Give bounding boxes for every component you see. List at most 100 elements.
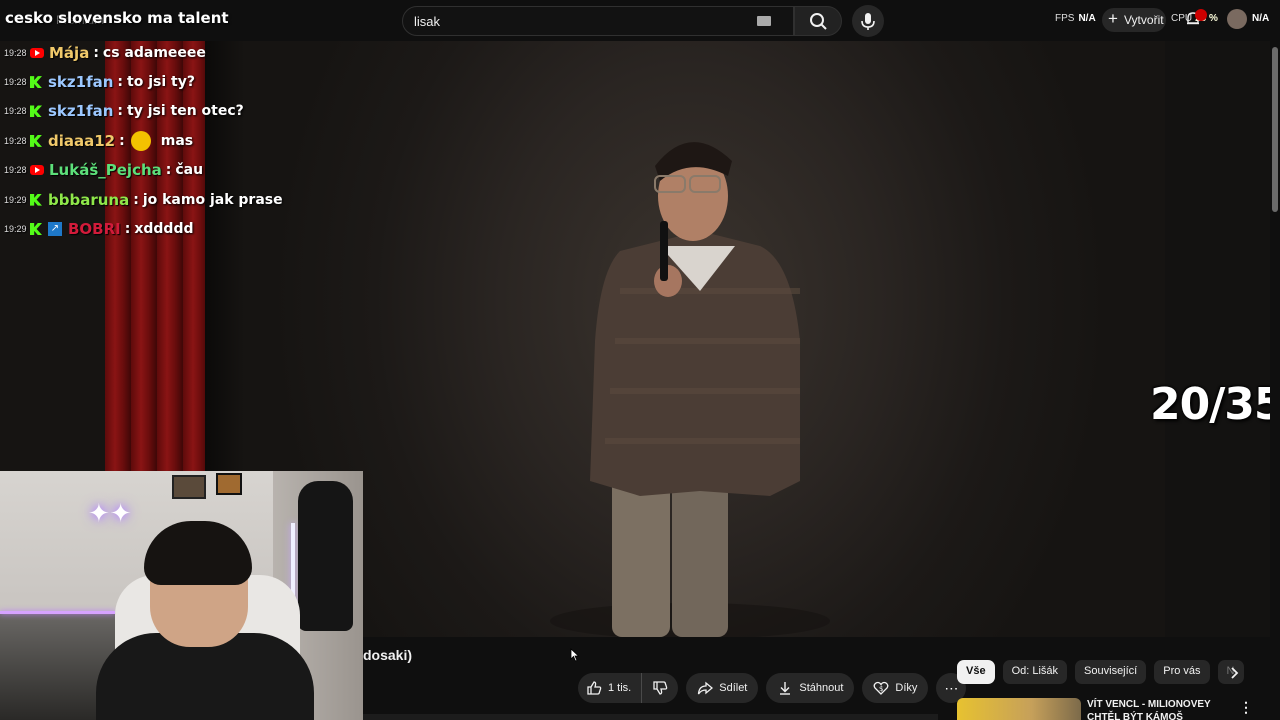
download-label: Stáhnout [799,682,844,694]
chat-text: xddddd [134,221,194,238]
kick-icon [30,223,42,236]
kick-icon [30,105,42,118]
led-strip [0,611,115,614]
fps-readout: FPS N/A [1055,13,1096,24]
webcam-overlay: ✦✦ [0,471,363,720]
hanging-coat [298,481,353,631]
filter-chips: Vše Od: Lišák Související Pro vás N [957,660,1252,684]
action-bar: 1 tis. Sdílet Stáhnout $ Díky ⋯ [578,673,967,703]
share-button[interactable]: Sdílet [686,673,759,703]
chat-separator: : [117,74,124,91]
search-query: lisak [414,14,441,29]
kick-icon [30,134,42,147]
search-button[interactable] [794,6,842,36]
thanks-button[interactable]: $ Díky [862,673,929,703]
svg-text:$: $ [879,685,883,693]
chat-timestamp: 19:28 [4,47,27,58]
chat-timestamp: 19:28 [4,77,27,88]
scrollbar-thumb[interactable] [1272,47,1278,212]
overlay-value: N/A [1252,13,1270,24]
chat-username: skz1fan [48,73,114,92]
recommended-thumbnail[interactable] [957,698,1081,720]
chat-message: 19:28 diaaa12: mas [4,126,364,155]
video-title: dosaki) [363,647,413,663]
video-pillarbox [1165,41,1270,637]
wall-poster [172,475,206,499]
chat-message: 19:28 Lukáš_Pejcha: čau [4,156,364,185]
chat-username: Lukáš_Pejcha [49,161,162,180]
thanks-icon: $ [873,681,889,695]
chat-message: 19:28 Mája: cs adameeee [4,38,364,67]
kick-icon [30,193,42,206]
neon-sign: ✦✦ [88,498,132,528]
chat-separator: : [124,221,131,238]
filter-chip[interactable]: Vše [957,660,995,684]
chat-separator: : [119,132,125,149]
create-label: Vytvořit [1124,13,1164,27]
chat-overlay: 19:28 Mája: cs adameeee 19:28 skz1fan: to jsi… [4,38,364,244]
screen: 20/35 Premium lisak FPS N/A + Vytvořit C… [0,0,1280,720]
chat-text: jo kamo jak prase [142,191,283,208]
chat-timestamp: 19:29 [4,194,27,205]
thinking-face-emoji [130,130,151,151]
chat-text: mas [160,132,194,149]
chevron-right-icon[interactable] [1225,661,1245,685]
kick-icon [30,76,42,89]
fps-value: N/A [1078,13,1096,24]
recommended-title[interactable]: VÍT VENCL - MILIONOVEY CHTĚL BÝT KÁMOŠ [1087,698,1217,720]
chat-separator: : [117,103,124,120]
chat-text: ty jsi ten otec? [127,103,244,120]
filter-chip[interactable]: Pro vás [1154,660,1210,684]
stream-title: cesko slovensko ma talent [5,9,229,27]
chat-timestamp: 19:28 [4,165,27,176]
mic-icon [861,13,875,30]
search-icon [810,13,827,30]
youtube-icon [30,47,44,58]
thanks-label: Díky [895,682,918,694]
thumbs-down-icon [653,681,668,695]
chat-separator: : [133,191,139,208]
notification-badge [1195,9,1207,21]
chat-text: čau [175,162,204,179]
like-button[interactable]: 1 tis. [578,673,643,703]
description-box [363,714,938,720]
chat-username: Mája [49,43,90,62]
video-details: dosaki) 1 tis. Sdílet Stáhnout $ Díky ⋯ … [363,637,1280,720]
like-dislike-group: 1 tis. [578,673,679,703]
chat-username: BOBRI [68,220,121,239]
voice-search-button[interactable] [852,5,884,37]
streamer-hair [144,521,252,585]
like-count: 1 tis. [608,682,632,694]
download-icon [780,682,791,695]
avatar[interactable] [1227,9,1247,29]
dislike-button[interactable] [642,673,678,703]
share-icon [698,681,714,695]
fps-label: FPS [1055,13,1075,24]
chat-text: to jsi ty? [127,74,195,91]
chat-username: skz1fan [48,102,114,121]
wall-poster [216,473,242,495]
keyboard-icon[interactable] [757,16,771,26]
mouse-cursor-icon [570,648,580,662]
create-button[interactable]: + Vytvořit [1102,8,1166,32]
filter-chip[interactable]: Související [1075,660,1147,684]
chat-username: diaaa12 [48,131,116,150]
chat-message: 19:28 skz1fan: to jsi ty? [4,67,364,96]
plus-icon: + [1108,9,1118,28]
chat-text: cs adameeee [102,44,206,61]
share-label: Sdílet [719,682,748,694]
filter-chip[interactable]: Od: Lišák [1002,660,1068,684]
chat-timestamp: 19:29 [4,224,27,235]
search-input[interactable]: lisak [402,6,794,36]
subscriber-badge-icon: ↗ [48,222,62,237]
stream-counter: 20/35 [1150,379,1270,430]
chat-message: 19:29 bbbaruna: jo kamo jak prase [4,185,364,214]
chat-message: 19:28 skz1fan: ty jsi ten otec? [4,97,364,126]
chat-timestamp: 19:28 [4,106,27,117]
chat-separator: : [93,44,99,61]
youtube-icon [30,165,44,176]
chat-username: bbbaruna [48,190,130,209]
download-button[interactable]: Stáhnout [766,673,855,703]
recommended-menu-button[interactable]: ⋮ [1239,699,1253,716]
chat-timestamp: 19:28 [4,135,27,146]
